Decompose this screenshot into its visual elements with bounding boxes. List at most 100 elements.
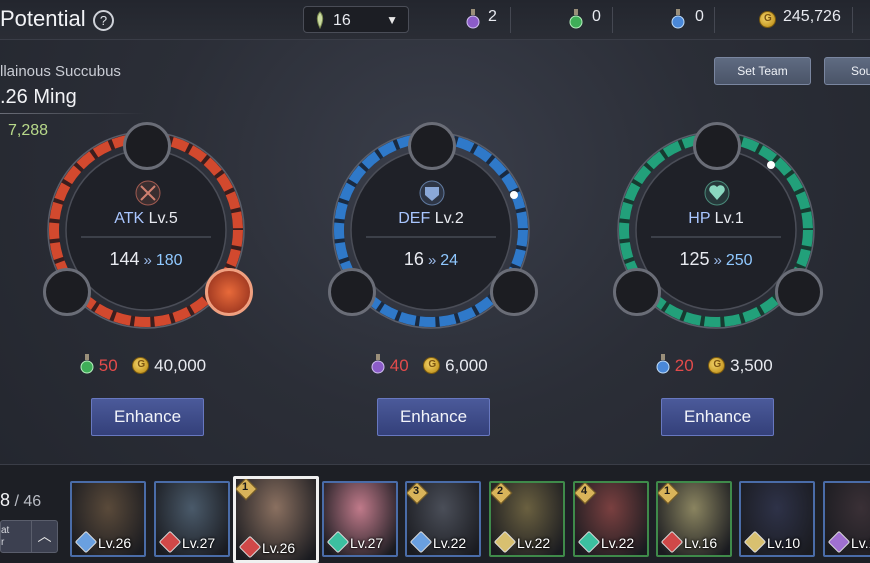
hp-cost: 20 3,500 [656,353,773,376]
atk-potential-ring: ATK Lv.5 144» 180 [41,122,253,335]
green-potion-icon [80,354,94,374]
hero-card[interactable]: 4 Lv.22 [573,481,649,557]
rank-number: 1 [664,485,671,497]
current-value: 144 [109,249,140,269]
hero-card[interactable]: Lv.1 [823,481,870,557]
blue-potion-icon [671,9,685,29]
divider [0,113,145,114]
def-values: 16» 24 [326,249,536,270]
armor-node-icon[interactable] [328,268,376,316]
currency-value: 2 [488,8,497,25]
hero-card[interactable]: 1 Lv.16 [656,481,732,557]
owned-count: 8 [0,490,11,510]
help-icon[interactable]: ? [93,10,114,31]
hero-level: Lv.27 [182,535,216,551]
potion-node-icon[interactable] [693,122,741,170]
hero-card[interactable]: 3 Lv.22 [405,481,481,557]
hero-card[interactable]: Lv.27 [322,481,398,557]
hero-level: Lv.22 [601,535,635,551]
currency-value: 0 [695,8,704,25]
rank-number: 2 [497,485,504,497]
hero-level: Lv.26 [262,540,296,556]
helmet-node-icon[interactable] [490,268,538,316]
hero-card[interactable]: 2 Lv.22 [489,481,565,557]
gold-coin-icon [708,357,726,374]
top-bar: Potential ? 16 ▼ 2 0 0 245,726 [0,0,870,40]
stat-level: Lv.5 [148,210,178,227]
next-value: 180 [155,252,183,269]
heart-node-icon[interactable] [775,268,823,316]
enhance-atk-button[interactable]: Enhance [91,398,204,436]
rank-number: 3 [413,485,420,497]
chevron-down-icon: ▼ [386,13,398,27]
stat-name: ATK [114,210,145,227]
double-chevron-icon: » [427,252,437,269]
atk-level-label: ATK Lv.5 [41,210,251,228]
hero-level: Lv.1 [851,535,870,551]
page-title: Potential [0,6,86,31]
gold-coin-icon [759,11,776,28]
divider [612,7,613,33]
feather-icon [316,11,324,29]
gold-cost: 3,500 [730,356,773,375]
hero-level: Lv.27 [350,535,384,551]
def-cost: 40 6,000 [371,353,488,376]
stat-name: DEF [398,210,431,227]
sort-dropdown[interactable]: at r ︿ [0,520,58,553]
scimitar-node-icon[interactable] [43,268,91,316]
hero-card[interactable]: Lv.27 [154,481,230,557]
double-chevron-icon: » [713,252,722,269]
hero-count: 8 / 46 [0,490,41,511]
current-value: 125 [679,249,710,269]
flame-sword-node-icon[interactable] [205,268,253,316]
enhance-def-button[interactable]: Enhance [377,398,490,436]
hero-card[interactable]: 1 Lv.26 [233,476,319,563]
set-team-button[interactable]: Set Team [714,57,811,85]
hero-level: Lv.16 [684,535,718,551]
purple-potion-icon [466,9,480,29]
potion-cost: 40 [389,356,409,375]
potion-cost: 20 [674,356,694,375]
sort-label-line1: at [1,525,10,536]
stat-name: HP [688,210,711,227]
potential-level-dropdown[interactable]: 16 ▼ [303,6,409,33]
double-chevron-icon: » [143,252,152,269]
crossed-swords-icon [135,180,161,206]
dropdown-value: 16 [333,12,351,29]
current-value: 16 [403,249,424,269]
hero-subtitle: llainous Succubus [0,63,121,80]
divider [714,7,715,33]
gold-coin-icon [132,357,150,374]
green-potion-icon [569,9,583,29]
rank-number: 4 [581,485,588,497]
hero-level: Lv.10 [767,535,801,551]
heart-potion-icon [704,180,730,206]
sort-label-line2: r [1,537,5,548]
divider [510,7,511,33]
hero-card[interactable]: Lv.26 [70,481,146,557]
sort-button-partial[interactable]: Sou [824,57,870,85]
enhance-hp-button[interactable]: Enhance [661,398,774,436]
shield-icon [419,180,445,206]
hero-level: Lv.26 [98,535,132,551]
rank-number: 1 [242,481,249,493]
def-level-label: DEF Lv.2 [326,210,536,228]
stat-level: Lv.1 [714,210,744,227]
shield-node-icon[interactable] [408,122,456,170]
hero-level: Lv.22 [517,535,551,551]
divider [852,7,853,33]
hp-potential-ring: HP Lv.1 125» 250 [611,122,823,335]
hp-level-label: HP Lv.1 [611,210,821,228]
blue-potion-icon [656,354,670,374]
gold-value: 245,726 [783,8,841,25]
def-potential-ring: DEF Lv.2 16» 24 [326,122,538,335]
next-value: 24 [440,252,459,269]
hero-card[interactable]: Lv.10 [739,481,815,557]
total-count: 46 [23,493,42,510]
stat-level: Lv.2 [434,210,464,227]
gold-coin-icon [423,357,441,374]
sword-node-icon[interactable] [123,122,171,170]
currency-value: 0 [592,8,601,25]
herb-node-icon[interactable] [613,268,661,316]
atk-values: 144» 180 [41,249,251,270]
